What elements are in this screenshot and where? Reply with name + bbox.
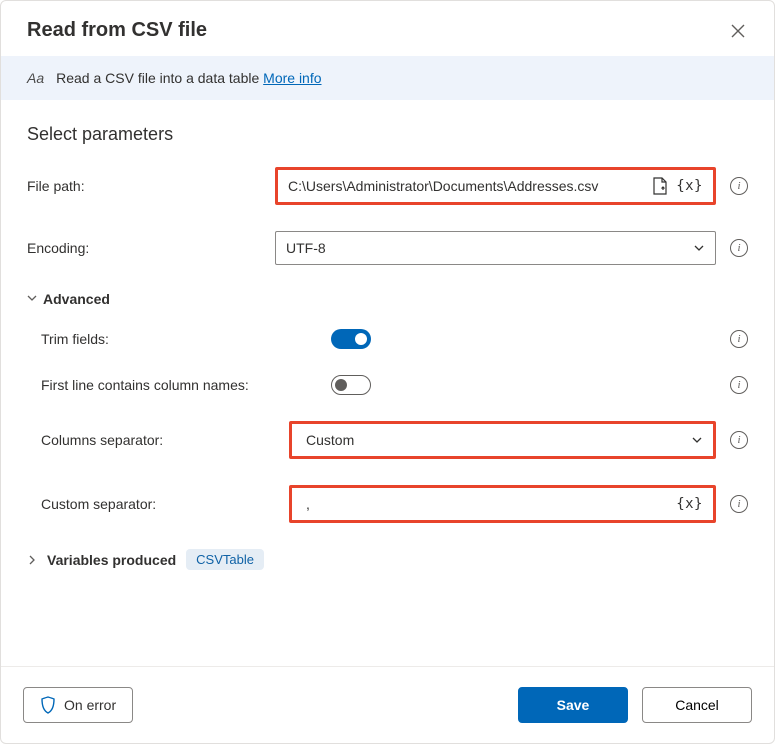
info-icon[interactable]: i <box>730 330 748 348</box>
chevron-right-icon <box>27 552 37 568</box>
cancel-button[interactable]: Cancel <box>642 687 752 723</box>
file-picker-icon[interactable] <box>652 177 668 195</box>
chevron-down-icon <box>691 434 703 446</box>
on-error-button[interactable]: On error <box>23 687 133 723</box>
first-line-label: First line contains column names: <box>41 377 331 393</box>
encoding-select[interactable]: UTF-8 <box>275 231 716 265</box>
trim-fields-row: Trim fields: i <box>27 329 748 349</box>
trim-fields-toggle[interactable] <box>331 329 371 349</box>
variable-picker-icon[interactable]: {x} <box>676 496 703 512</box>
section-heading: Select parameters <box>27 124 748 145</box>
encoding-label: Encoding: <box>27 240 275 256</box>
close-button[interactable] <box>728 21 748 41</box>
save-button[interactable]: Save <box>518 687 628 723</box>
file-path-highlight: C:\Users\Administrator\Documents\Address… <box>275 167 716 205</box>
encoding-value: UTF-8 <box>286 240 326 256</box>
file-path-label: File path: <box>27 178 275 194</box>
encoding-row: Encoding: UTF-8 i <box>27 231 748 265</box>
more-info-link[interactable]: More info <box>263 70 321 86</box>
chevron-down-icon <box>27 293 37 306</box>
trim-fields-label: Trim fields: <box>41 331 331 347</box>
file-path-row: File path: C:\Users\Administrator\Docume… <box>27 167 748 205</box>
shield-icon <box>40 696 56 714</box>
advanced-label: Advanced <box>43 291 110 307</box>
custom-separator-input[interactable]: , {x} <box>292 488 713 520</box>
custom-separator-highlight: , {x} <box>289 485 716 523</box>
custom-separator-value: , <box>306 496 676 512</box>
info-icon[interactable]: i <box>730 177 748 195</box>
variable-chip[interactable]: CSVTable <box>186 549 264 570</box>
custom-separator-row: Custom separator: , {x} i <box>27 485 748 523</box>
file-path-input[interactable]: C:\Users\Administrator\Documents\Address… <box>278 170 713 202</box>
on-error-label: On error <box>64 697 116 713</box>
variable-picker-icon[interactable]: {x} <box>676 178 703 194</box>
first-line-toggle[interactable] <box>331 375 371 395</box>
info-banner: Aa Read a CSV file into a data table Mor… <box>1 56 774 100</box>
info-icon[interactable]: i <box>730 239 748 257</box>
chevron-down-icon <box>693 242 705 254</box>
info-icon[interactable]: i <box>730 431 748 449</box>
columns-separator-highlight: Custom <box>289 421 716 459</box>
first-line-row: First line contains column names: i <box>27 375 748 395</box>
info-icon[interactable]: i <box>730 376 748 394</box>
read-csv-dialog: Read from CSV file Aa Read a CSV file in… <box>0 0 775 744</box>
dialog-body: Select parameters File path: C:\Users\Ad… <box>1 100 774 666</box>
close-icon <box>731 24 745 38</box>
columns-separator-row: Columns separator: Custom i <box>27 421 748 459</box>
text-format-icon: Aa <box>27 70 44 86</box>
file-path-value: C:\Users\Administrator\Documents\Address… <box>288 178 652 194</box>
dialog-title: Read from CSV file <box>27 19 207 42</box>
variables-produced-label: Variables produced <box>47 552 176 568</box>
dialog-header: Read from CSV file <box>1 1 774 56</box>
footer-right: Save Cancel <box>518 687 752 723</box>
info-icon[interactable]: i <box>730 495 748 513</box>
columns-separator-select[interactable]: Custom <box>292 424 713 456</box>
variables-produced-expander[interactable]: Variables produced CSVTable <box>27 549 748 570</box>
dialog-footer: On error Save Cancel <box>1 666 774 743</box>
columns-separator-value: Custom <box>306 432 354 448</box>
advanced-expander[interactable]: Advanced <box>27 291 748 307</box>
banner-text: Read a CSV file into a data table More i… <box>56 70 321 86</box>
custom-separator-label: Custom separator: <box>41 496 289 512</box>
columns-separator-label: Columns separator: <box>41 432 289 448</box>
